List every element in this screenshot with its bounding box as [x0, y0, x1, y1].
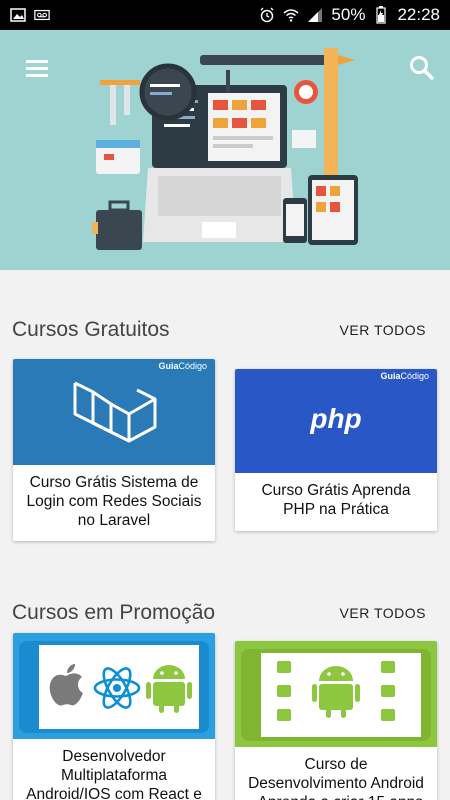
multiplatform-image	[19, 641, 209, 733]
section-header-free-courses: Cursos Gratuitos VER TODOS	[0, 310, 450, 350]
search-icon	[410, 56, 434, 80]
hamburger-menu-icon	[26, 60, 48, 77]
hero-illustration	[92, 48, 358, 250]
section-title: Cursos em Promoção	[12, 601, 216, 624]
clock: 22:28	[397, 5, 440, 24]
course-card[interactable]: GuiaCódigo Curso Grátis Sistema de Login…	[13, 359, 215, 541]
status-bar: 50% 22:28	[0, 0, 450, 30]
section-title: Cursos Gratuitos	[12, 318, 170, 341]
signal-icon	[307, 8, 323, 22]
search-button[interactable]	[406, 52, 438, 84]
course-title: Curso Grátis Aprenda PHP na Prática	[261, 482, 411, 518]
see-all-button[interactable]: VER TODOS	[328, 597, 438, 629]
image-notification-icon	[10, 8, 26, 22]
course-title: Curso de Desenvolvimento Android - Apren…	[248, 756, 424, 800]
course-card[interactable]: Desenvolvedor Multiplataforma Android/IO…	[13, 633, 215, 800]
course-image	[13, 633, 215, 739]
section-header-promo-courses: Cursos em Promoção VER TODOS	[0, 593, 450, 633]
course-image: GuiaCódigo	[13, 359, 215, 465]
course-card[interactable]: Curso de Desenvolvimento Android - Apren…	[235, 641, 437, 800]
alarm-icon	[259, 7, 275, 23]
voicemail-icon	[34, 8, 50, 22]
laravel-logo-icon	[73, 381, 157, 443]
android-course-image	[241, 649, 431, 741]
battery-icon	[373, 6, 389, 24]
hero-banner	[0, 30, 450, 270]
brand-label: GuiaCódigo	[158, 361, 207, 371]
course-image: GuiaCódigo php	[235, 369, 437, 473]
menu-button[interactable]	[22, 54, 54, 82]
course-title: Curso Grátis Sistema de Login com Redes …	[26, 474, 202, 529]
php-logo-text: php	[310, 403, 362, 434]
course-card[interactable]: GuiaCódigo php Curso Grátis Aprenda PHP …	[235, 369, 437, 531]
brand-label: GuiaCódigo	[380, 371, 429, 381]
battery-percent: 50%	[331, 5, 366, 24]
course-title: Desenvolvedor Multiplataforma Android/IO…	[26, 748, 202, 800]
wifi-icon	[283, 8, 299, 22]
course-image	[235, 641, 437, 747]
see-all-button[interactable]: VER TODOS	[328, 314, 438, 346]
